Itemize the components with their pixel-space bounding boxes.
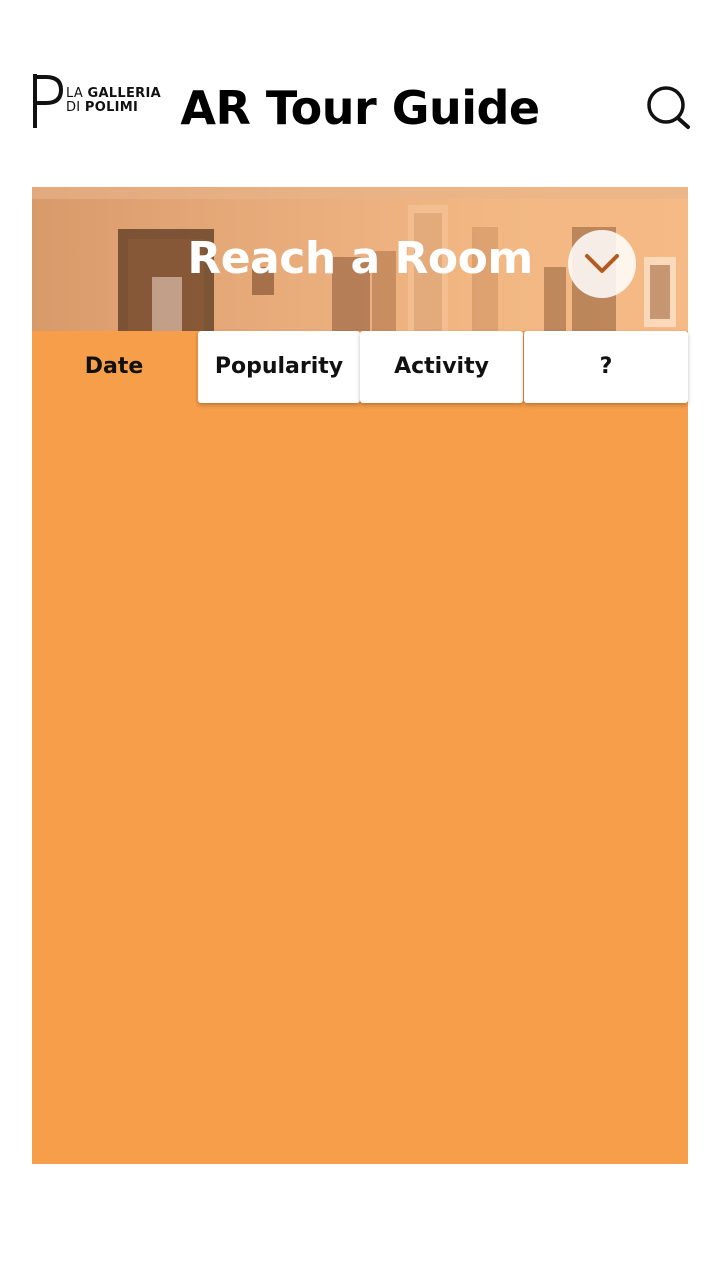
room-banner: Reach a Room <box>32 187 688 331</box>
tab-help[interactable]: ? <box>524 331 688 403</box>
app-header: LA GALLERIA DI POLIMI AR Tour Guide <box>0 0 720 180</box>
room-panel: Reach a Room Date Popularity Activity ? <box>32 187 688 1164</box>
sort-tabs: Date Popularity Activity ? <box>32 331 688 403</box>
expand-dropdown-button[interactable] <box>568 230 636 298</box>
tab-popularity[interactable]: Popularity <box>198 331 360 403</box>
search-icon <box>647 86 690 129</box>
page-title: AR Tour Guide <box>180 81 540 135</box>
search-button[interactable] <box>644 84 692 132</box>
tab-activity[interactable]: Activity <box>360 331 523 403</box>
chevron-down-icon <box>585 254 619 273</box>
app-screen: LA GALLERIA DI POLIMI AR Tour Guide Reac… <box>0 0 720 1281</box>
tab-date[interactable]: Date <box>32 331 196 403</box>
